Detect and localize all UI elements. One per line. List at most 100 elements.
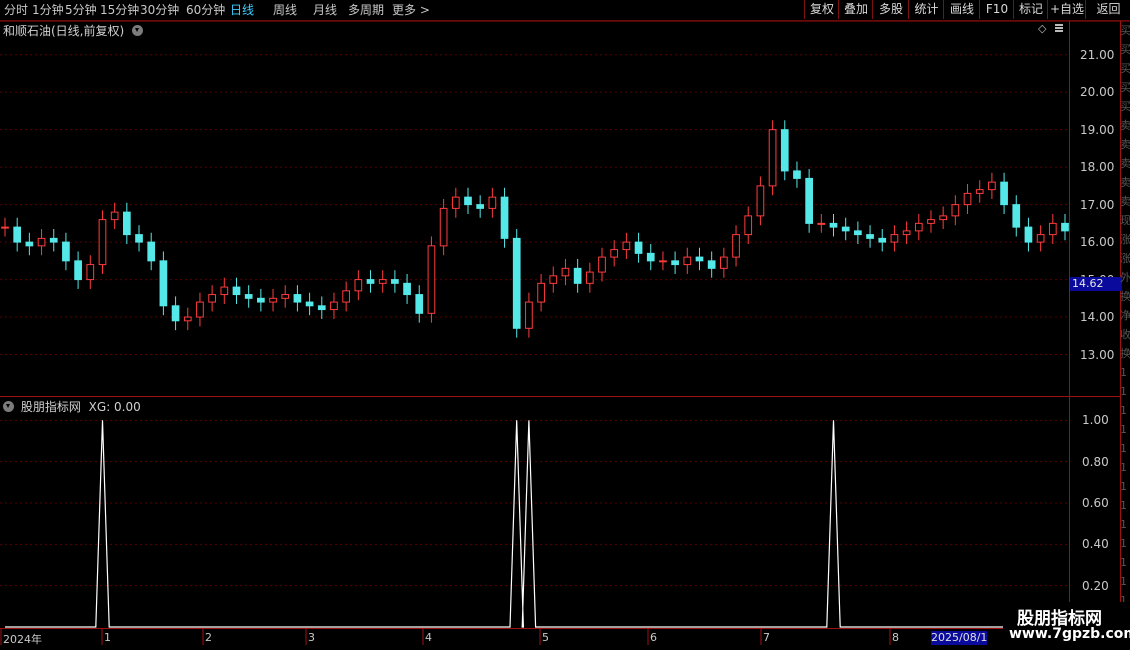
stock-title-text: 和顺石油(日线,前复权) bbox=[3, 24, 125, 38]
diamond-icon[interactable]: ◇ bbox=[1038, 22, 1046, 35]
time-tick-label: 1 bbox=[104, 631, 111, 644]
candle-body bbox=[488, 196, 497, 209]
candle-body bbox=[74, 260, 82, 281]
candle-body bbox=[561, 267, 570, 277]
candle-body bbox=[549, 275, 558, 284]
candle-body bbox=[293, 294, 302, 303]
candle-body bbox=[330, 301, 338, 311]
candle-body bbox=[598, 256, 606, 273]
candle-body bbox=[25, 241, 34, 247]
candle-body bbox=[939, 215, 948, 221]
candle-body bbox=[988, 181, 996, 191]
candle-body bbox=[805, 177, 813, 224]
candle-body bbox=[257, 297, 265, 303]
candle-body bbox=[159, 260, 168, 307]
xg-signal-series bbox=[5, 420, 1078, 628]
time-tick-label: 8 bbox=[892, 631, 899, 644]
candle-body bbox=[585, 271, 594, 284]
candle-body bbox=[914, 222, 923, 232]
price-tick-label: 21.00 bbox=[1080, 47, 1115, 62]
candle-body bbox=[720, 256, 728, 269]
candle-body bbox=[756, 185, 765, 217]
candle-body bbox=[622, 241, 631, 251]
candle-body bbox=[927, 219, 935, 224]
candle-body bbox=[476, 204, 485, 209]
time-tick-label: 5 bbox=[542, 631, 549, 644]
candle-body bbox=[110, 211, 119, 221]
candle-body bbox=[147, 241, 156, 262]
indicator-tick-label: 0.20 bbox=[1082, 578, 1109, 593]
candle-body bbox=[854, 230, 862, 236]
indicator-title[interactable]: 股朋指标网 XG: 0.00 bbox=[3, 398, 141, 415]
time-tick-label: 6 bbox=[650, 631, 657, 644]
candle-body bbox=[793, 170, 801, 179]
candle-body bbox=[646, 252, 655, 262]
candle-body bbox=[707, 260, 716, 269]
candle-body bbox=[1061, 222, 1069, 232]
dropdown-icon[interactable] bbox=[132, 25, 144, 36]
candle-body bbox=[220, 286, 229, 296]
candle-body bbox=[1, 226, 9, 229]
candle-body bbox=[1012, 204, 1021, 228]
candle-body bbox=[1048, 222, 1057, 236]
site-watermark: 股朋指标网 www.7gpzb.com bbox=[1003, 602, 1130, 648]
candle-body bbox=[415, 294, 424, 314]
candle-body bbox=[439, 207, 448, 247]
candlestick-series bbox=[1, 120, 1069, 338]
candle-body bbox=[500, 196, 509, 239]
indicator-tick-label: 0.60 bbox=[1082, 496, 1109, 510]
indicator-tick-label: 1.00 bbox=[1082, 413, 1109, 428]
candle-body bbox=[37, 237, 46, 247]
price-tick-label: 14.00 bbox=[1080, 310, 1115, 325]
candle-body bbox=[671, 260, 679, 266]
price-tick-label: 16.00 bbox=[1080, 235, 1115, 250]
candle-body bbox=[342, 290, 351, 303]
candle-body bbox=[403, 282, 411, 296]
current-price-tag: 14.62 bbox=[1070, 277, 1122, 291]
price-tick-label: 17.00 bbox=[1080, 197, 1115, 212]
xg-signal-line bbox=[5, 420, 1078, 628]
chart-canvas[interactable] bbox=[0, 0, 1130, 650]
side-panel-edge[interactable]: 买买买买买卖卖卖卖卖现涨涨外换净收换1111111111111 bbox=[1120, 21, 1130, 621]
candle-body bbox=[963, 192, 972, 206]
candle-body bbox=[866, 234, 874, 239]
candle-body bbox=[451, 196, 460, 209]
time-tick-label: 2 bbox=[205, 631, 212, 644]
candle-body bbox=[354, 279, 363, 292]
candle-body bbox=[512, 237, 521, 329]
watermark-url: www.7gpzb.com bbox=[1009, 626, 1130, 642]
candle-body bbox=[183, 316, 192, 322]
candle-body bbox=[975, 189, 984, 194]
candle-body bbox=[683, 256, 692, 266]
price-tick-label: 18.00 bbox=[1080, 160, 1115, 175]
candle-body bbox=[135, 234, 143, 243]
candle-body bbox=[525, 301, 533, 329]
candle-body bbox=[427, 245, 436, 314]
candle-body bbox=[732, 234, 740, 258]
cursor-date-box: 2025/08/1 bbox=[931, 631, 987, 645]
candle-body bbox=[659, 260, 667, 263]
candle-body bbox=[817, 222, 826, 225]
indicator-name: 股朋指标网 bbox=[20, 400, 81, 414]
candle-body bbox=[366, 279, 375, 284]
stock-title[interactable]: 和顺石油(日线,前复权) bbox=[3, 22, 146, 39]
candle-body bbox=[49, 237, 58, 243]
candle-body bbox=[695, 256, 704, 262]
price-tick-label: 13.00 bbox=[1080, 347, 1115, 362]
candle-body bbox=[890, 234, 899, 243]
candle-body bbox=[208, 294, 216, 303]
time-tick-label: 4 bbox=[425, 631, 432, 644]
candle-body bbox=[122, 211, 131, 236]
candle-body bbox=[634, 241, 643, 254]
candle-body bbox=[391, 279, 399, 284]
candle-body bbox=[744, 215, 753, 236]
candle-body bbox=[196, 301, 204, 318]
time-tick-label: 7 bbox=[763, 631, 770, 644]
candle-body bbox=[768, 129, 777, 187]
candle-body bbox=[317, 305, 326, 311]
menu-icon[interactable] bbox=[1055, 24, 1063, 33]
dropdown-icon[interactable] bbox=[3, 401, 14, 412]
candle-body bbox=[244, 294, 253, 299]
candle-body bbox=[232, 286, 241, 296]
candle-body bbox=[86, 264, 95, 281]
